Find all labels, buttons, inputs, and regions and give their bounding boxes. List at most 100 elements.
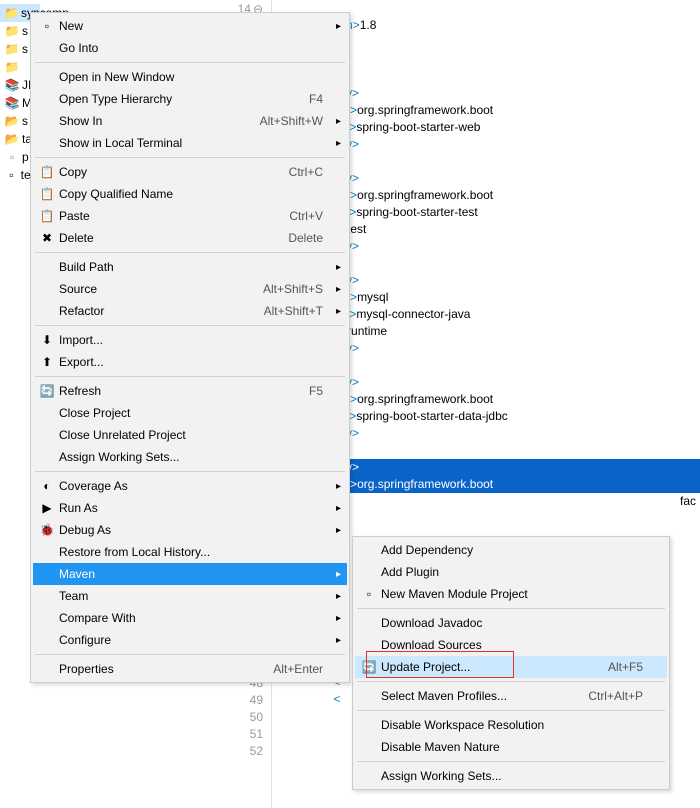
blank-icon <box>357 717 381 733</box>
blank-icon <box>357 615 381 631</box>
blank-icon <box>35 449 59 465</box>
folder-icon: 📁 <box>4 59 20 75</box>
menu-item-compare-with[interactable]: Compare With▸ <box>33 607 347 629</box>
coverage-icon: ◐ <box>35 478 59 494</box>
submenu-arrow-icon: ▸ <box>336 569 341 580</box>
blank-icon <box>357 564 381 580</box>
menu-item-new[interactable]: ▫New▸ <box>33 15 347 37</box>
blank-icon <box>35 405 59 421</box>
blank-icon <box>35 69 59 85</box>
context-menu[interactable]: ▫New▸Go Into Open in New WindowOpen Type … <box>30 12 350 683</box>
new-icon: ▫ <box>35 18 59 34</box>
menu-item-open-type-hierarchy[interactable]: Open Type HierarchyF4 <box>33 88 347 110</box>
menu-item-debug-as[interactable]: 🐞Debug As▸ <box>33 519 347 541</box>
folder-icon: 📂 <box>4 131 20 147</box>
menu-item-coverage-as[interactable]: ◐Coverage As▸ <box>33 475 347 497</box>
menu-item-download-javadoc[interactable]: Download Javadoc <box>355 612 667 634</box>
menu-item-paste[interactable]: 📋PasteCtrl+V <box>33 205 347 227</box>
menu-item-configure[interactable]: Configure▸ <box>33 629 347 651</box>
menu-item-assign-working-sets-[interactable]: Assign Working Sets... <box>355 765 667 787</box>
update-icon: 🔄 <box>357 659 381 675</box>
menu-item-refresh[interactable]: 🔄RefreshF5 <box>33 380 347 402</box>
blank-icon <box>35 113 59 129</box>
submenu-arrow-icon: ▸ <box>336 306 341 317</box>
copy-icon: 📋 <box>35 164 59 180</box>
menu-item-show-in[interactable]: Show InAlt+Shift+W▸ <box>33 110 347 132</box>
blank-icon <box>35 588 59 604</box>
menu-item-select-maven-profiles-[interactable]: Select Maven Profiles...Ctrl+Alt+P <box>355 685 667 707</box>
import-icon: ⬇ <box>35 332 59 348</box>
blank-icon <box>357 768 381 784</box>
folder-icon: 📁 <box>4 41 20 57</box>
submenu-arrow-icon: ▸ <box>336 613 341 624</box>
blank-icon <box>35 91 59 107</box>
maven-submenu[interactable]: Add DependencyAdd Plugin▫New Maven Modul… <box>352 536 670 790</box>
submenu-arrow-icon: ▸ <box>336 262 341 273</box>
maven-icon: ▫ <box>357 586 381 602</box>
blank-icon <box>35 544 59 560</box>
menu-item-source[interactable]: SourceAlt+Shift+S▸ <box>33 278 347 300</box>
export-icon: ⬆ <box>35 354 59 370</box>
file-icon: ▫ <box>4 167 19 183</box>
menu-item-close-project[interactable]: Close Project <box>33 402 347 424</box>
menu-item-copy-qualified-name[interactable]: 📋Copy Qualified Name <box>33 183 347 205</box>
blank-icon <box>35 566 59 582</box>
menu-item-new-maven-module-project[interactable]: ▫New Maven Module Project <box>355 583 667 605</box>
delete-icon: ✖ <box>35 230 59 246</box>
submenu-arrow-icon: ▸ <box>336 116 341 127</box>
menu-item-disable-maven-nature[interactable]: Disable Maven Nature <box>355 736 667 758</box>
submenu-arrow-icon: ▸ <box>336 591 341 602</box>
menu-item-assign-working-sets-[interactable]: Assign Working Sets... <box>33 446 347 468</box>
submenu-arrow-icon: ▸ <box>336 525 341 536</box>
run-icon: ▶ <box>35 500 59 516</box>
submenu-arrow-icon: ▸ <box>336 635 341 646</box>
blank-icon <box>35 610 59 626</box>
menu-item-run-as[interactable]: ▶Run As▸ <box>33 497 347 519</box>
menu-item-disable-workspace-resolution[interactable]: Disable Workspace Resolution <box>355 714 667 736</box>
blank-icon <box>35 281 59 297</box>
blank-icon <box>35 661 59 677</box>
menu-item-import-[interactable]: ⬇Import... <box>33 329 347 351</box>
menu-item-properties[interactable]: PropertiesAlt+Enter <box>33 658 347 680</box>
menu-item-refactor[interactable]: RefactorAlt+Shift+T▸ <box>33 300 347 322</box>
menu-item-update-project-[interactable]: 🔄Update Project...Alt+F5 <box>355 656 667 678</box>
blank-icon <box>35 303 59 319</box>
submenu-arrow-icon: ▸ <box>336 21 341 32</box>
folder-icon: 📂 <box>4 113 20 129</box>
menu-item-close-unrelated-project[interactable]: Close Unrelated Project <box>33 424 347 446</box>
submenu-arrow-icon: ▸ <box>336 138 341 149</box>
blank-icon <box>357 637 381 653</box>
blank-icon <box>357 688 381 704</box>
menu-item-restore-from-local-history-[interactable]: Restore from Local History... <box>33 541 347 563</box>
folder-icon: 📁 <box>4 23 20 39</box>
library-icon: 📚 <box>4 95 20 111</box>
copy-icon: 📋 <box>35 186 59 202</box>
menu-item-download-sources[interactable]: Download Sources <box>355 634 667 656</box>
menu-item-delete[interactable]: ✖DeleteDelete <box>33 227 347 249</box>
file-icon: ▫ <box>4 149 20 165</box>
menu-item-maven[interactable]: Maven▸ <box>33 563 347 585</box>
menu-item-export-[interactable]: ⬆Export... <box>33 351 347 373</box>
blank-icon <box>357 542 381 558</box>
menu-item-open-in-new-window[interactable]: Open in New Window <box>33 66 347 88</box>
debug-icon: 🐞 <box>35 522 59 538</box>
blank-icon <box>357 739 381 755</box>
submenu-arrow-icon: ▸ <box>336 284 341 295</box>
menu-item-go-into[interactable]: Go Into <box>33 37 347 59</box>
submenu-arrow-icon: ▸ <box>336 481 341 492</box>
blank-icon <box>35 40 59 56</box>
blank-icon <box>35 427 59 443</box>
refresh-icon: 🔄 <box>35 383 59 399</box>
menu-item-copy[interactable]: 📋CopyCtrl+C <box>33 161 347 183</box>
menu-item-show-in-local-terminal[interactable]: Show in Local Terminal▸ <box>33 132 347 154</box>
blank-icon <box>35 135 59 151</box>
blank-icon <box>35 259 59 275</box>
blank-icon <box>35 632 59 648</box>
project-icon: 📁 <box>4 5 19 21</box>
library-icon: 📚 <box>4 77 20 93</box>
menu-item-add-plugin[interactable]: Add Plugin <box>355 561 667 583</box>
menu-item-build-path[interactable]: Build Path▸ <box>33 256 347 278</box>
menu-item-team[interactable]: Team▸ <box>33 585 347 607</box>
paste-icon: 📋 <box>35 208 59 224</box>
menu-item-add-dependency[interactable]: Add Dependency <box>355 539 667 561</box>
